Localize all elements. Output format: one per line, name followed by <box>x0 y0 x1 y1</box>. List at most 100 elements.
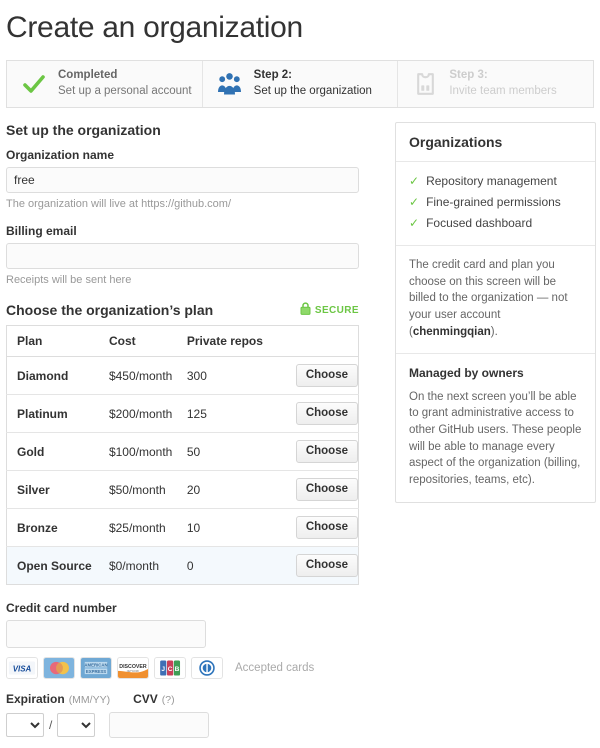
credit-card-number-input[interactable] <box>6 620 206 648</box>
svg-text:J: J <box>161 666 165 673</box>
plan-cost: $100/month <box>98 432 177 471</box>
features-list: ✓ Repository management ✓ Fine-grained p… <box>396 162 595 246</box>
credit-card-number-label: Credit card number <box>6 601 117 615</box>
plan-repos: 10 <box>176 508 286 547</box>
expiration-year-select[interactable] <box>57 713 96 737</box>
team-jersey-icon <box>412 70 438 98</box>
checkmark-icon: ✓ <box>409 174 420 188</box>
table-row: Gold $100/month 50 Choose <box>6 432 359 471</box>
organizations-info-panel: Organizations ✓ Repository management ✓ … <box>395 122 596 503</box>
billing-note: The credit card and plan you choose on t… <box>396 246 595 355</box>
org-name-label: Organization name <box>6 148 115 162</box>
diners-club-card-icon <box>191 657 223 679</box>
feature-label: Focused dashboard <box>426 216 533 230</box>
cvv-help-icon[interactable]: (?) <box>162 694 175 706</box>
amex-card-icon: AMERICAN EXPRESS <box>80 657 112 679</box>
choose-plan-button[interactable]: Choose <box>295 478 358 501</box>
col-header-repos: Private repos <box>176 325 286 357</box>
list-item: ✓ Fine-grained permissions <box>409 192 582 213</box>
checkmark-icon <box>21 70 47 98</box>
step-2-subtitle: Set up the organization <box>253 85 372 97</box>
table-row: Silver $50/month 20 Choose <box>6 470 359 509</box>
billing-note-username: chenmingqian <box>412 325 491 338</box>
step-3-disabled: Step 3: Invite team members <box>398 61 594 107</box>
org-name-input[interactable] <box>6 167 359 193</box>
sidebar-title: Organizations <box>396 123 595 162</box>
plans-table-body: Diamond $450/month 300 Choose Platinum $… <box>6 356 359 585</box>
progress-steps: Completed Set up a personal account Step… <box>6 60 594 108</box>
plan-cost: $450/month <box>98 356 177 395</box>
col-header-cost: Cost <box>98 325 177 357</box>
plan-name: Platinum <box>6 394 99 433</box>
billing-email-label: Billing email <box>6 224 77 238</box>
plans-heading: Choose the organization’s plan <box>6 302 214 318</box>
feature-label: Fine-grained permissions <box>426 195 561 209</box>
col-header-plan: Plan <box>6 325 99 357</box>
expiration-separator: / <box>49 718 53 732</box>
plan-repos: 0 <box>176 546 286 585</box>
lock-icon <box>300 302 311 318</box>
billing-email-input[interactable] <box>6 243 359 269</box>
owners-body: On the next screen you’ll be able to gra… <box>409 390 582 487</box>
step-1-title: Completed <box>58 69 118 82</box>
table-row: Diamond $450/month 300 Choose <box>6 356 359 395</box>
checkmark-icon: ✓ <box>409 216 420 230</box>
billing-email-hint: Receipts will be sent here <box>6 274 132 286</box>
svg-text:B: B <box>175 666 180 673</box>
secure-label: SECURE <box>314 304 359 316</box>
choose-plan-button[interactable]: Choose <box>295 516 358 539</box>
step-2-current: Step 2: Set up the organization <box>202 61 399 107</box>
choose-plan-button[interactable]: Choose <box>295 364 358 387</box>
svg-text:VISA: VISA <box>13 664 32 673</box>
owners-note: Managed by owners On the next screen you… <box>396 354 595 501</box>
billing-note-text-end: ). <box>490 325 498 338</box>
organization-people-icon <box>217 70 243 98</box>
choose-plan-button[interactable]: Choose <box>295 554 358 577</box>
cvv-label: CVV <box>133 692 158 706</box>
credit-card-section: Credit card number VISA AMERICAN EXPRESS… <box>6 601 594 738</box>
plan-repos: 125 <box>176 394 286 433</box>
plan-name: Diamond <box>6 356 99 395</box>
form-section-title: Set up the organization <box>6 122 161 138</box>
list-item: ✓ Focused dashboard <box>409 213 582 234</box>
plan-name: Silver <box>6 470 99 509</box>
svg-text:EXPRESS: EXPRESS <box>86 669 106 674</box>
accepted-cards-row: VISA AMERICAN EXPRESS DISCOVER NETWORK J… <box>6 657 594 679</box>
step-1-subtitle: Set up a personal account <box>58 85 192 97</box>
step-3-title: Step 3: <box>449 69 488 82</box>
plan-cost: $50/month <box>98 470 177 509</box>
step-1-completed: Completed Set up a personal account <box>7 61 203 107</box>
plan-cost: $25/month <box>98 508 177 547</box>
plan-name: Gold <box>6 432 99 471</box>
choose-plan-button[interactable]: Choose <box>295 402 358 425</box>
cvv-input[interactable] <box>109 712 210 738</box>
page-title: Create an organization <box>6 11 303 44</box>
table-row: Bronze $25/month 10 Choose <box>6 508 359 547</box>
plans-table: Plan Cost Private repos Diamond $450/mon… <box>6 325 359 585</box>
plan-repos: 20 <box>176 470 286 509</box>
visa-card-icon: VISA <box>6 657 38 679</box>
step-3-subtitle: Invite team members <box>449 85 557 97</box>
col-header-action <box>285 325 359 357</box>
svg-text:C: C <box>168 666 173 673</box>
table-row: Open Source $0/month 0 Choose <box>6 546 359 585</box>
svg-text:AMERICAN: AMERICAN <box>84 662 107 667</box>
org-name-hint: The organization will live at https://gi… <box>6 198 232 210</box>
feature-label: Repository management <box>426 174 557 188</box>
organization-form: Set up the organization Organization nam… <box>6 122 359 585</box>
svg-text:NETWORK: NETWORK <box>127 670 140 673</box>
step-2-title: Step 2: <box>253 69 293 82</box>
owners-title: Managed by owners <box>409 366 524 381</box>
list-item: ✓ Repository management <box>409 171 582 192</box>
checkmark-icon: ✓ <box>409 195 420 209</box>
expiration-label: Expiration <box>6 692 65 706</box>
jcb-card-icon: J C B <box>154 657 186 679</box>
expiration-format-hint: (MM/YY) <box>68 694 111 706</box>
plan-cost: $0/month <box>98 546 177 585</box>
expiration-month-select[interactable] <box>6 713 44 737</box>
secure-badge: SECURE <box>300 302 359 318</box>
choose-plan-button[interactable]: Choose <box>295 440 358 463</box>
plan-cost: $200/month <box>98 394 177 433</box>
plan-name: Bronze <box>6 508 99 547</box>
discover-card-icon: DISCOVER NETWORK <box>117 657 149 679</box>
